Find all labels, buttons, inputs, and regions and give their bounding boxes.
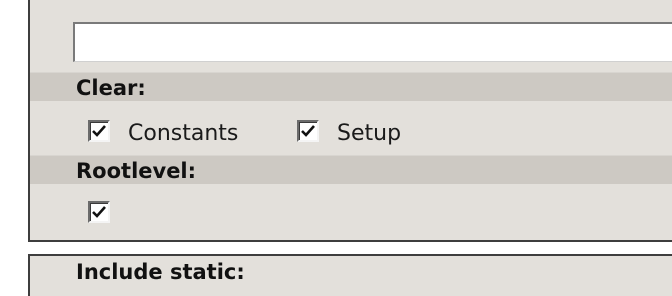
constants-checkbox[interactable]: [88, 120, 110, 142]
setup-label: Setup: [337, 121, 402, 146]
clear-section-label: Clear:: [76, 76, 146, 100]
rootlevel-section-header: Rootlevel:: [30, 155, 672, 184]
include-static-panel: Include static:: [28, 254, 672, 296]
clear-section-header: Clear:: [30, 72, 672, 101]
check-icon: [301, 125, 315, 137]
rootlevel-section-label: Rootlevel:: [76, 159, 197, 183]
constants-label: Constants: [128, 121, 239, 146]
include-static-label: Include static:: [76, 260, 245, 284]
setup-checkbox[interactable]: [297, 120, 319, 142]
text-field[interactable]: [73, 22, 672, 62]
cut-off-field-label: ...: [106, 0, 666, 6]
check-icon: [92, 125, 106, 137]
check-icon: [92, 206, 106, 218]
rootlevel-checkbox[interactable]: [88, 201, 110, 223]
